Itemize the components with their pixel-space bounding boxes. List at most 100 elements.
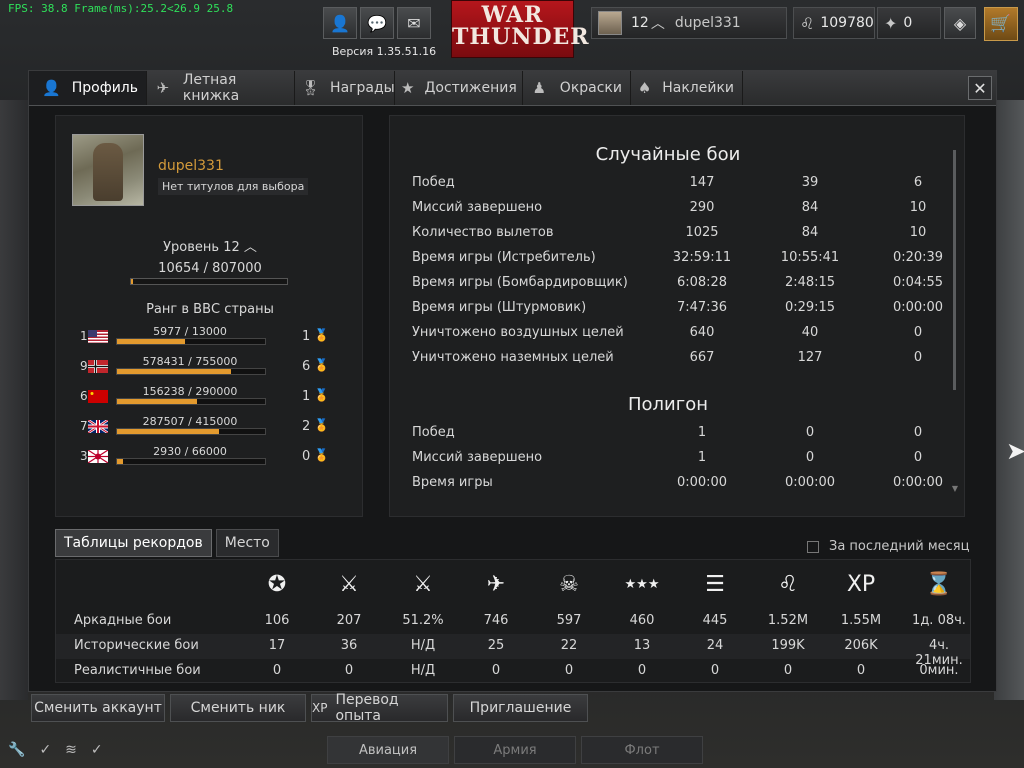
rank-number: 1: [80, 329, 88, 343]
stat-label: Количество вылетов: [412, 225, 554, 240]
stat-row: Побед 147 39 6: [412, 175, 942, 197]
rank-progress-text: 156238 / 290000: [142, 385, 238, 398]
stat-value-realistic: 0: [913, 425, 923, 440]
stat-value-realistic: 0:00:00: [892, 300, 944, 315]
medal-icon: 🏅: [314, 418, 329, 432]
rank-row-germany: 9 578431 / 755000 6 🏅: [56, 355, 364, 381]
last-month-toggle[interactable]: За последний месяц: [807, 539, 969, 554]
shop-button[interactable]: 🛒: [984, 7, 1018, 41]
change-account-button[interactable]: Сменить аккаунт: [31, 694, 165, 722]
medal-count: 1: [302, 329, 311, 344]
stat-row: Уничтожено воздушных целей 640 40 0: [412, 325, 942, 347]
checkbox[interactable]: [807, 540, 819, 553]
record-cell: 460: [629, 613, 655, 628]
stat-value-arcade: 147: [689, 175, 715, 190]
stat-row: Время игры 0:00:00 0:00:00 0:00:00: [412, 475, 943, 497]
gold-balance[interactable]: ✦ 0: [877, 7, 941, 39]
envelope-icon: ✉: [407, 13, 421, 33]
mail-button[interactable]: ✉: [397, 7, 431, 39]
medal-count: 6: [302, 359, 311, 374]
nav-navy[interactable]: Флот: [581, 736, 703, 764]
medal-icon: 🏅: [314, 388, 329, 402]
profile-window: 👤 Профиль ✈ Летная книжка 🎖 Награды ★ До…: [28, 70, 997, 692]
rank-row-japan: 3 2930 / 66000 0 🏅: [56, 445, 364, 471]
usa-flag-icon: [88, 330, 108, 343]
stat-row: Миссий завершено 290 84 10: [412, 200, 942, 222]
stat-row: Время игры (Истребитель) 32:59:11 10:55:41…: [412, 250, 943, 272]
medal-count: 1: [302, 389, 311, 404]
tab-records[interactable]: Таблицы рекордов: [55, 529, 212, 557]
rank-progress-text: 2930 / 66000: [153, 445, 227, 458]
poligon-heading: Полигон: [628, 394, 708, 415]
stat-value-historical: 127: [797, 350, 823, 365]
germany-flag-icon: [88, 360, 108, 373]
plane-icon: ✈: [486, 571, 506, 597]
rank-number: 6: [80, 389, 88, 403]
record-cell: 0: [344, 663, 354, 678]
record-cell: 0: [491, 663, 501, 678]
record-cell: 0: [637, 663, 647, 678]
profile-title[interactable]: Нет титулов для выбора: [158, 178, 309, 195]
tab-place[interactable]: Место: [215, 529, 279, 557]
mode-label: Исторические бои: [74, 638, 199, 653]
scroll-down-icon[interactable]: ▼: [952, 484, 958, 493]
stat-value-arcade: 6:08:28: [676, 275, 728, 290]
stats-scrollbar[interactable]: [953, 150, 956, 390]
xp-progress-text: 10654 / 807000: [158, 261, 262, 276]
stat-label: Побед: [412, 175, 455, 190]
rank-row-britain: 7 287507 / 415000 2 🏅: [56, 415, 364, 441]
japan-flag-icon: [87, 449, 109, 464]
record-cell: 207: [336, 613, 362, 628]
chat-button[interactable]: 💬: [360, 7, 394, 39]
record-cell: 1.55M: [840, 613, 882, 628]
stat-label: Время игры: [412, 475, 493, 490]
friends-button[interactable]: 👤: [323, 7, 357, 39]
tab-logbook[interactable]: ✈ Летная книжка: [147, 71, 295, 105]
settings-button[interactable]: ◈: [944, 7, 976, 39]
stat-label: Время игры (Истребитель): [412, 250, 596, 265]
record-cell: 51.2%: [402, 613, 444, 628]
rank-progress-bar: [116, 398, 266, 405]
rank-progress-text: 287507 / 415000: [142, 415, 238, 428]
avatar: [598, 11, 622, 35]
stat-row: Уничтожено наземных целей 667 127 0: [412, 350, 942, 372]
invite-button[interactable]: Приглашение: [453, 694, 588, 722]
mouse-cursor-icon: ➤: [1006, 437, 1024, 465]
change-nick-button[interactable]: Сменить ник: [170, 694, 306, 722]
rank-row-usa: 1 5977 / 13000 1 🏅: [56, 325, 364, 351]
stat-label: Уничтожено наземных целей: [412, 350, 614, 365]
stat-value-realistic: 10: [909, 200, 927, 215]
sword-winged-icon: ⚔: [413, 571, 433, 597]
profile-name: dupel331: [158, 158, 224, 174]
medal-icon: 🏅: [314, 328, 329, 342]
close-button[interactable]: ✕: [968, 76, 992, 100]
tab-skins[interactable]: ♟ Окраски: [523, 71, 631, 105]
rank-number: 9: [80, 359, 88, 373]
medal-icon: 🎖: [301, 79, 321, 97]
stat-row: Время игры (Бомбардировщик) 6:08:28 2:48:1…: [412, 275, 943, 297]
stat-value-arcade: 1: [697, 425, 707, 440]
record-cell: 1.52M: [767, 613, 809, 628]
tab-achievements[interactable]: ★ Достижения: [395, 71, 523, 105]
paint-icon: ♟: [532, 79, 547, 97]
nav-aviation[interactable]: Авиация: [327, 736, 449, 764]
record-cell: 0: [783, 663, 793, 678]
medal-count: 2: [302, 419, 311, 434]
fps-counter: FPS: 38.8 Frame(ms):25.2<26.9 25.8: [8, 2, 234, 15]
stat-label: Миссий завершено: [412, 450, 543, 465]
ranks-icon: ☰: [705, 571, 725, 597]
tab-profile[interactable]: 👤 Профиль: [29, 71, 147, 105]
chat-icon: 💬: [367, 13, 387, 33]
nav-army[interactable]: Армия: [454, 736, 576, 764]
user-info[interactable]: 12 ︿ dupel331: [591, 7, 787, 39]
stat-value-arcade: 7:47:36: [676, 300, 728, 315]
silver-balance[interactable]: ♌ 109780: [793, 7, 875, 39]
record-cell: 445: [702, 613, 728, 628]
background-right: [994, 100, 1024, 700]
tab-decals[interactable]: ♠ Наклейки: [631, 71, 743, 105]
xp-icon: XP: [846, 571, 876, 597]
convert-xp-button[interactable]: XP Перевод опыта: [311, 692, 448, 724]
tab-awards[interactable]: 🎖 Награды: [295, 71, 395, 105]
lion-icon: ♌: [778, 571, 798, 597]
profile-portrait[interactable]: [72, 134, 144, 206]
